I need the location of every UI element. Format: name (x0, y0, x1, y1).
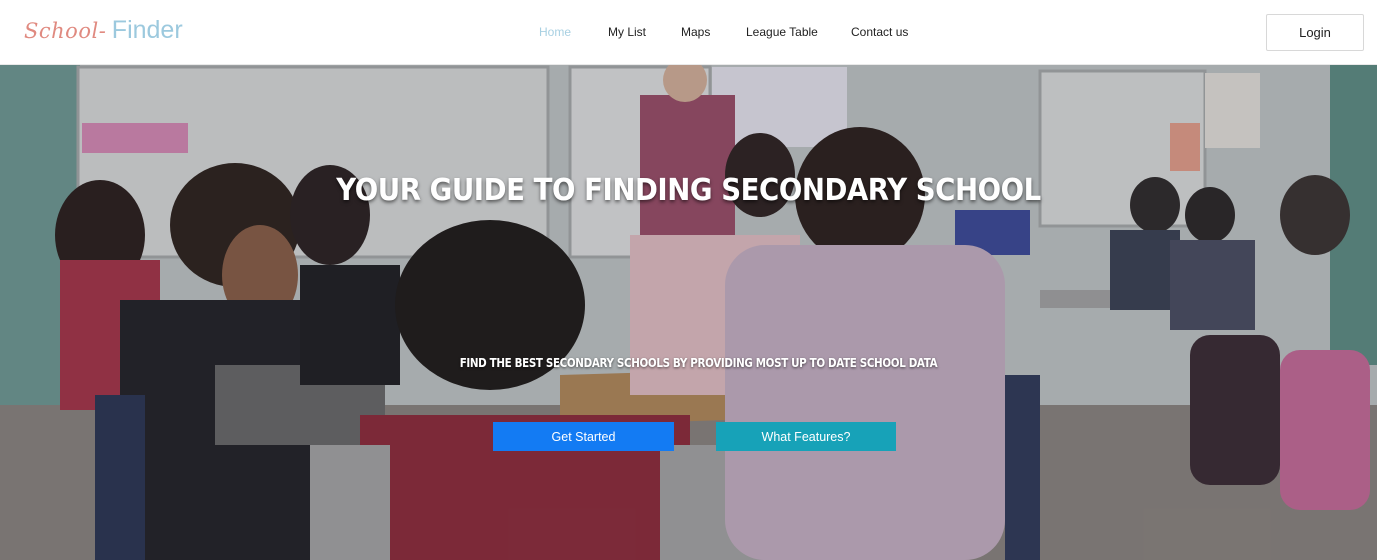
brand-dash: - (98, 19, 106, 43)
nav-link-league-table[interactable]: League Table (746, 25, 818, 39)
get-started-button[interactable]: Get Started (493, 422, 674, 451)
hero-title: Your Guide to Finding Secondary School (336, 173, 1041, 208)
nav-link-home[interactable]: Home (539, 25, 571, 39)
hero-subtitle: Find the best secondary schools by provi… (459, 356, 938, 370)
brand-script-text: School (24, 19, 99, 43)
top-navbar: School - Finder Home My List Maps League… (0, 0, 1377, 65)
nav-link-contact-us[interactable]: Contact us (851, 25, 908, 39)
nav-link-maps[interactable]: Maps (681, 25, 710, 39)
brand-name-text: Finder (111, 16, 183, 44)
login-button[interactable]: Login (1266, 14, 1364, 51)
nav-link-my-list[interactable]: My List (608, 25, 646, 39)
hero-dark-overlay (0, 65, 1377, 560)
hero-section: Your Guide to Finding Secondary School F… (0, 65, 1377, 560)
what-features-button[interactable]: What Features? (716, 422, 896, 451)
brand-logo[interactable]: School - Finder (24, 16, 183, 50)
